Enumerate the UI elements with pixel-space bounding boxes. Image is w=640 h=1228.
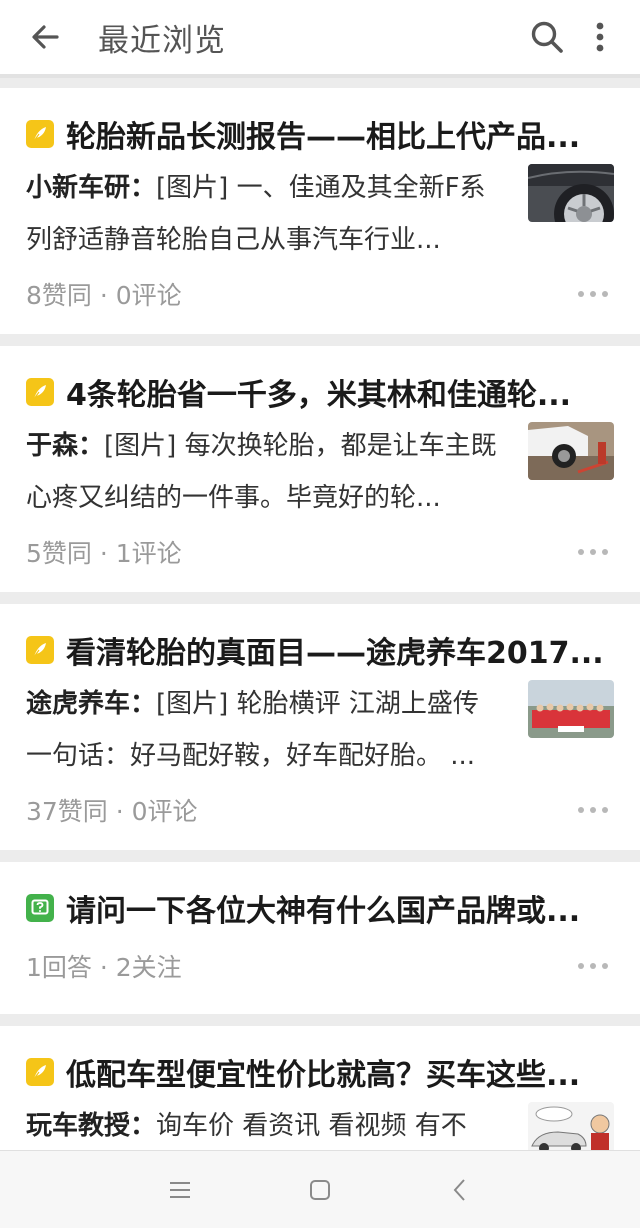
card-title[interactable]: 轮胎新品长测报告——相比上代产品... (66, 112, 614, 156)
card-title-row: 低配车型便宜性价比就高？买车这些... (26, 1048, 614, 1096)
card-stats: 5赞同 · 1评论 (26, 539, 182, 568)
card-footer: 8赞同 · 0评论 (26, 268, 614, 320)
card-excerpt-text: 询车价 看资讯 看视频 有不 (156, 1111, 467, 1141)
car-jack-thumbnail[interactable] (528, 422, 614, 480)
arrow-left-icon (32, 25, 59, 49)
search-button[interactable] (524, 14, 570, 60)
card-footer: 37赞同 · 0评论 (26, 784, 614, 836)
card-excerpt[interactable]: 小新车研：[图片] 一、佳通及其全新F系列舒适静音轮胎自己从事汽车行业... (26, 162, 502, 266)
page-title: 最近浏览 (98, 22, 226, 59)
card-stats: 1回答 · 2关注 (26, 953, 182, 982)
card-body: 玩车教授：询车价 看资讯 看视频 有不 (26, 1100, 614, 1150)
article-badge-icon (26, 378, 54, 406)
card-author: 小新车研： (26, 173, 157, 203)
feed-card[interactable]: 4条轮胎省一千多，米其林和佳通轮... 于森：[图片] 每次换轮胎，都是让车主既… (0, 346, 640, 592)
top-app-bar: 最近浏览 (0, 0, 640, 78)
more-horizontal-icon[interactable] (578, 800, 608, 820)
card-title[interactable]: 看清轮胎的真面目——途虎养车2017... (66, 628, 614, 672)
card-title[interactable]: 低配车型便宜性价比就高？买车这些... (66, 1050, 614, 1094)
article-badge-icon (26, 1058, 54, 1086)
card-excerpt[interactable]: 玩车教授：询车价 看资讯 看视频 有不 (26, 1100, 502, 1150)
feed-card-question[interactable]: 请问一下各位大神有什么国产品牌或... 1回答 · 2关注 (0, 862, 640, 1014)
card-excerpt[interactable]: 途虎养车：[图片] 轮胎横评 江湖上盛传一句话：好马配好鞍，好车配好胎。 ... (26, 678, 502, 782)
article-badge-icon (26, 636, 54, 664)
card-title-row: 看清轮胎的真面目——途虎养车2017... (26, 626, 614, 674)
card-title[interactable]: 4条轮胎省一千多，米其林和佳通轮... (66, 370, 614, 414)
card-body: 小新车研：[图片] 一、佳通及其全新F系列舒适静音轮胎自己从事汽车行业... (26, 162, 614, 266)
more-horizontal-icon[interactable] (578, 956, 608, 976)
card-title-row: 请问一下各位大神有什么国产品牌或... (26, 884, 614, 932)
card-footer: 1回答 · 2关注 (26, 940, 614, 992)
more-options-button[interactable] (580, 14, 620, 60)
card-footer: 5赞同 · 1评论 (26, 526, 614, 578)
feed-card[interactable]: 轮胎新品长测报告——相比上代产品... 小新车研：[图片] 一、佳通及其全新F系… (0, 88, 640, 334)
card-title-row: 4条轮胎省一千多，米其林和佳通轮... (26, 368, 614, 416)
chevron-left-icon (453, 1178, 465, 1201)
card-body: 于森：[图片] 每次换轮胎，都是让车主既心疼又纠结的一件事。毕竟好的轮... (26, 420, 614, 524)
card-body: 途虎养车：[图片] 轮胎横评 江湖上盛传一句话：好马配好鞍，好车配好胎。 ... (26, 678, 614, 782)
card-title[interactable]: 请问一下各位大神有什么国产品牌或... (66, 886, 614, 930)
back-button[interactable] (22, 14, 68, 60)
home-square-icon (310, 1179, 330, 1200)
more-horizontal-icon[interactable] (578, 542, 608, 562)
card-author: 玩车教授： (26, 1111, 157, 1141)
card-author: 途虎养车： (26, 689, 157, 719)
more-horizontal-icon[interactable] (578, 284, 608, 304)
nav-back-button[interactable] (430, 1160, 490, 1220)
more-vertical-icon (596, 22, 604, 52)
search-icon (531, 21, 563, 53)
card-excerpt[interactable]: 于森：[图片] 每次换轮胎，都是让车主既心疼又纠结的一件事。毕竟好的轮... (26, 420, 502, 524)
article-badge-icon (26, 120, 54, 148)
system-navigation-bar (0, 1150, 640, 1228)
cartoon-car-thumbnail[interactable] (528, 1102, 614, 1150)
group-photo-thumbnail[interactable] (528, 680, 614, 738)
home-button[interactable] (290, 1160, 350, 1220)
menu-icon (170, 1181, 190, 1198)
card-author: 于森： (26, 431, 105, 461)
feed-card[interactable]: 低配车型便宜性价比就高？买车这些... 玩车教授：询车价 看资讯 看视频 有不 (0, 1026, 640, 1150)
card-stats: 8赞同 · 0评论 (26, 281, 182, 310)
app-root: 最近浏览 轮胎新品长测报告——相比上代产品... 小新车研：[图片] 一、佳通及… (0, 0, 640, 1228)
history-feed: 轮胎新品长测报告——相比上代产品... 小新车研：[图片] 一、佳通及其全新F系… (0, 88, 640, 1150)
feed-card[interactable]: 看清轮胎的真面目——途虎养车2017... 途虎养车：[图片] 轮胎横评 江湖上… (0, 604, 640, 850)
card-stats: 37赞同 · 0评论 (26, 797, 198, 826)
card-title-row: 轮胎新品长测报告——相比上代产品... (26, 110, 614, 158)
question-badge-icon (26, 894, 54, 922)
tire-closeup-thumbnail[interactable] (528, 164, 614, 222)
menu-button[interactable] (150, 1160, 210, 1220)
